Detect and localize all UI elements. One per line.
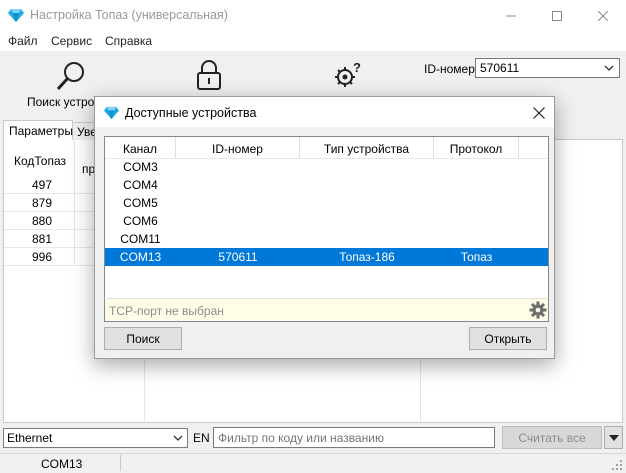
minimize-button[interactable] [488, 0, 534, 31]
padlock-icon[interactable] [195, 59, 223, 91]
device-row-selected[interactable]: COM13 570611 Топаз-186 Топаз [105, 248, 548, 266]
column-header-protocol[interactable]: Протокол [434, 137, 519, 159]
kod-cell: 879 [32, 196, 53, 210]
channel-cell: COM5 [123, 196, 158, 210]
device-row[interactable]: COM3 [105, 158, 548, 176]
menu-help[interactable]: Справка [105, 34, 152, 48]
maximize-button[interactable] [534, 0, 580, 31]
id-number-value: 570611 [480, 61, 520, 75]
filter-input[interactable] [213, 427, 495, 448]
dialog-search-button[interactable]: Поиск [104, 327, 182, 350]
device-row[interactable]: COM11 [105, 230, 548, 248]
maximize-icon [552, 10, 562, 21]
menu-service[interactable]: Сервис [51, 34, 92, 48]
tcp-port-status: TCP-порт не выбран [109, 304, 224, 318]
close-icon [598, 10, 608, 21]
id-number-select[interactable]: 570611 [475, 58, 620, 78]
id-cell: 570611 [218, 250, 258, 264]
gem-icon [8, 9, 24, 22]
available-devices-dialog: Доступные устройства Канал ID-номер Тип … [94, 96, 555, 359]
status-port: COM13 [41, 457, 83, 471]
svg-text:?: ? [353, 60, 361, 75]
dialog-open-button[interactable]: Открыть [469, 327, 547, 350]
triangle-down-icon [608, 434, 619, 441]
transport-select[interactable]: Ethernet [3, 428, 188, 448]
status-separator [120, 455, 121, 471]
column-header-channel[interactable]: Канал [105, 137, 176, 159]
status-bar [0, 453, 626, 473]
gear-question-icon[interactable]: ? [331, 59, 363, 91]
close-button[interactable] [580, 0, 626, 31]
protocol-cell: Топаз [460, 250, 493, 264]
chevron-down-icon [604, 65, 614, 71]
language-indicator[interactable]: EN [193, 431, 210, 445]
devices-table: Канал ID-номер Тип устройства Протокол C… [104, 136, 549, 322]
tab-parameters[interactable]: Параметры [3, 120, 73, 140]
device-row[interactable]: COM6 [105, 212, 548, 230]
column-header-type[interactable]: Тип устройства [300, 137, 434, 159]
device-row[interactable]: COM4 [105, 176, 548, 194]
transport-value: Ethernet [7, 431, 53, 445]
channel-cell: COM4 [123, 178, 158, 192]
app-title: Настройка Топаз (универсальная) [30, 8, 228, 22]
channel-cell: COM3 [123, 160, 158, 174]
column-header-filler [519, 137, 548, 159]
minimize-icon [506, 15, 516, 16]
column-header-id[interactable]: ID-номер [176, 137, 300, 159]
kod-cell: 996 [32, 250, 53, 264]
type-cell: Топаз-186 [339, 250, 395, 264]
gem-icon [104, 106, 119, 120]
gear-icon[interactable] [529, 301, 547, 319]
channel-cell: COM13 [119, 250, 162, 264]
channel-cell: COM11 [120, 232, 161, 246]
chevron-down-icon [173, 435, 183, 441]
column-header-kod: КодТопаз [14, 154, 67, 168]
kod-cell: 497 [32, 178, 53, 192]
tcp-port-bar: TCP-порт не выбран [104, 298, 549, 322]
kod-cell: 881 [32, 232, 53, 246]
menu-file[interactable]: Файл [8, 34, 38, 48]
menu-bar [0, 31, 626, 51]
read-all-dropdown-button[interactable] [604, 426, 623, 449]
device-row[interactable]: COM5 [105, 194, 548, 212]
search-devices-button[interactable]: Поиск устрой [24, 58, 101, 110]
search-devices-label: Поиск устрой [27, 95, 101, 109]
dialog-title: Доступные устройства [125, 106, 257, 120]
kod-cell: 880 [32, 214, 53, 228]
magnifier-icon [56, 62, 84, 91]
channel-cell: COM6 [123, 214, 158, 228]
dialog-close-button[interactable] [529, 103, 549, 123]
id-number-label: ID-номер [424, 62, 475, 76]
close-icon [533, 107, 545, 119]
read-all-button[interactable]: Считать все [502, 426, 602, 449]
resize-grip-icon[interactable] [612, 460, 623, 471]
